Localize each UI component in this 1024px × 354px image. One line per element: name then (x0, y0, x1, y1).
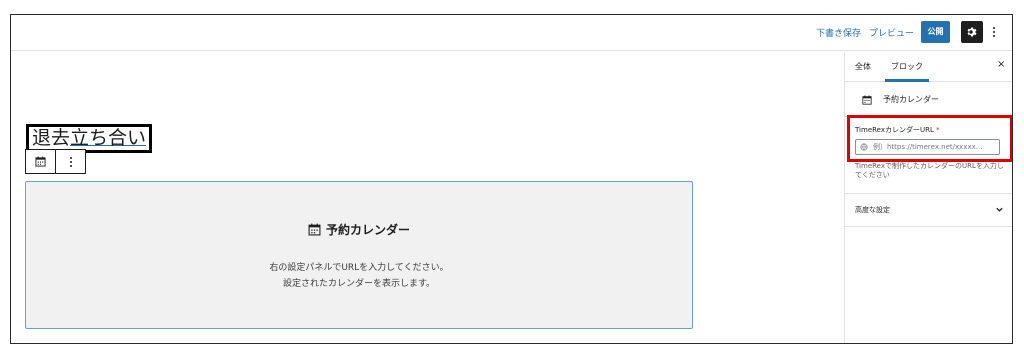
calendar-icon (35, 156, 46, 167)
sidebar-tabs: 全体 ブロック × (845, 52, 1012, 82)
placeholder-title: 予約カレンダー (325, 223, 410, 237)
calendar-icon (308, 223, 321, 236)
calendar-icon (862, 95, 872, 105)
block-card: 予約カレンダー (845, 83, 1012, 117)
highlight-annotation-box (847, 115, 1012, 162)
title-text-part2: 立ち合い (70, 127, 147, 149)
block-options-button[interactable] (56, 150, 85, 173)
placeholder-instruction-1: 右の設定パネルでURLを入力してください。 (269, 263, 449, 273)
settings-button[interactable] (961, 21, 983, 43)
title-text-part1: 退去 (32, 127, 71, 149)
calendar-block-placeholder[interactable]: 予約カレンダー 右の設定パネルでURLを入力してください。 設定されたカレンダー… (25, 181, 693, 329)
block-toolbar (25, 149, 86, 174)
advanced-settings-panel[interactable]: 高度な設定 (845, 193, 1012, 227)
placeholder-instruction-2: 設定されたカレンダーを表示します。 (282, 279, 436, 289)
block-type-button[interactable] (26, 150, 56, 173)
chevron-down-icon (996, 207, 1003, 212)
more-options-button[interactable] (989, 21, 999, 43)
save-draft-button[interactable]: 下書き保存 (816, 26, 861, 39)
top-toolbar: 下書き保存 プレビュー 公開 (11, 15, 1012, 51)
tab-document[interactable]: 全体 (855, 61, 871, 72)
vertical-dots-icon (69, 156, 72, 159)
advanced-settings-label: 高度な設定 (855, 206, 890, 214)
url-field-help: TimeRexで制作したカレンダーのURLを入力してください (855, 162, 1004, 179)
vertical-dots-icon (993, 27, 995, 29)
editor-canvas: 退去立ち合い 予約カレンダー 右の設定パネルでURLを入力してください。 設定さ… (11, 52, 843, 343)
publish-button[interactable]: 公開 (921, 21, 950, 43)
gear-icon (967, 27, 977, 37)
settings-sidebar: 全体 ブロック × 予約カレンダー TimeRexカレンダーURL * 例）ht… (844, 52, 1012, 343)
block-card-title: 予約カレンダー (883, 95, 939, 104)
tab-block[interactable]: ブロック (891, 61, 923, 72)
preview-button[interactable]: プレビュー (869, 26, 914, 39)
editor-window: 下書き保存 プレビュー 公開 退去立ち合い 予約カレンダー 右の設定パネルでUR… (10, 14, 1013, 344)
placeholder-title-row: 予約カレンダー (26, 221, 692, 238)
active-tab-indicator (885, 79, 929, 82)
close-icon[interactable]: × (997, 59, 1005, 70)
